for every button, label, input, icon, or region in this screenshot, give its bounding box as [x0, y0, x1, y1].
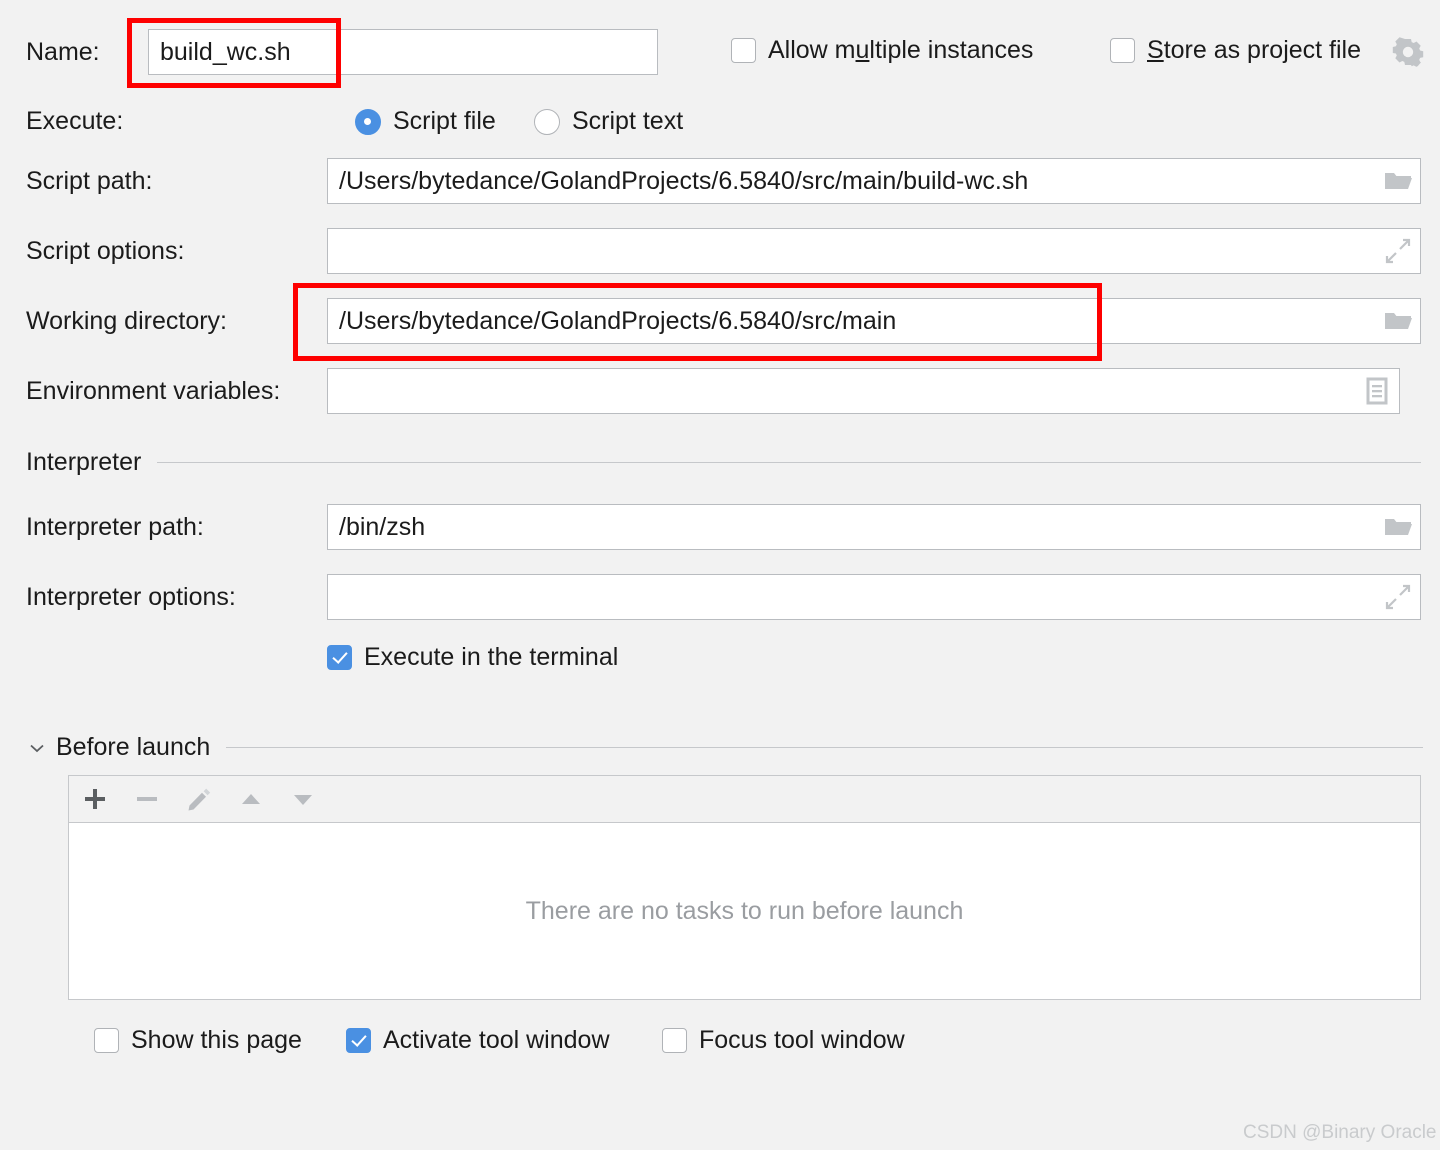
- interpreter-path-value: /bin/zsh: [339, 512, 426, 541]
- script-options-input[interactable]: [327, 228, 1421, 274]
- allow-multiple-instances-label: Allow multiple instances: [768, 36, 1034, 64]
- activate-tool-window-label: Activate tool window: [383, 1026, 610, 1054]
- interpreter-path-label: Interpreter path:: [26, 513, 204, 541]
- folder-icon[interactable]: [1376, 309, 1420, 333]
- interpreter-path-input[interactable]: /bin/zsh: [327, 504, 1421, 550]
- radio-script-file[interactable]: Script file: [355, 107, 496, 136]
- watermark: CSDN @Binary Oracle: [1243, 1122, 1437, 1143]
- section-divider: [157, 462, 1421, 463]
- document-list-icon[interactable]: [1355, 377, 1399, 405]
- radio-script-text[interactable]: Script text: [534, 107, 683, 136]
- working-directory-value: /Users/bytedance/GolandProjects/6.5840/s…: [339, 306, 897, 335]
- before-launch-section-header[interactable]: Before launch: [28, 733, 1423, 762]
- focus-tool-window-checkbox[interactable]: Focus tool window: [662, 1026, 905, 1055]
- allow-multiple-instances-checkbox[interactable]: Allow multiple instances: [731, 36, 1033, 65]
- execute-in-terminal-label: Execute in the terminal: [364, 643, 619, 671]
- script-path-label: Script path:: [26, 167, 153, 195]
- checkbox-box: [1110, 38, 1135, 63]
- activate-tool-window-checkbox[interactable]: Activate tool window: [346, 1026, 610, 1055]
- focus-tool-window-label: Focus tool window: [699, 1026, 905, 1054]
- environment-variables-input[interactable]: [327, 368, 1400, 414]
- add-task-button[interactable]: [69, 776, 121, 822]
- section-divider: [226, 747, 1423, 748]
- execute-in-terminal-checkbox[interactable]: Execute in the terminal: [327, 643, 618, 672]
- checkbox-box: [327, 645, 352, 670]
- checkbox-box: [731, 38, 756, 63]
- radio-script-file-label: Script file: [393, 107, 496, 135]
- execute-label: Execute:: [26, 107, 124, 135]
- before-launch-empty-message: There are no tasks to run before launch: [525, 896, 964, 925]
- folder-icon[interactable]: [1376, 169, 1420, 193]
- expand-icon[interactable]: [1376, 237, 1420, 265]
- radio-button: [534, 108, 560, 135]
- store-as-project-file-checkbox[interactable]: Store as project file: [1110, 36, 1361, 65]
- script-options-label: Script options:: [26, 237, 185, 265]
- show-this-page-checkbox[interactable]: Show this page: [94, 1026, 302, 1055]
- chevron-down-icon[interactable]: [28, 739, 46, 757]
- gear-icon[interactable]: [1392, 36, 1424, 68]
- move-down-button[interactable]: [277, 776, 329, 822]
- interpreter-section-header: Interpreter: [26, 448, 1421, 477]
- remove-task-button[interactable]: [121, 776, 173, 822]
- name-input-value: build_wc.sh: [160, 37, 291, 66]
- store-as-project-file-label: Store as project file: [1147, 36, 1362, 64]
- checkbox-box: [346, 1028, 371, 1053]
- radio-button: [355, 108, 381, 135]
- interpreter-options-label: Interpreter options:: [26, 583, 236, 611]
- interpreter-options-input[interactable]: [327, 574, 1421, 620]
- script-path-input[interactable]: /Users/bytedance/GolandProjects/6.5840/s…: [327, 158, 1421, 204]
- show-this-page-label: Show this page: [131, 1026, 302, 1054]
- before-launch-section-title: Before launch: [56, 733, 211, 761]
- before-launch-toolbar: [68, 775, 1421, 823]
- edit-task-button[interactable]: [173, 776, 225, 822]
- expand-icon[interactable]: [1376, 583, 1420, 611]
- move-up-button[interactable]: [225, 776, 277, 822]
- radio-script-text-label: Script text: [572, 107, 684, 135]
- checkbox-box: [94, 1028, 119, 1053]
- checkbox-box: [662, 1028, 687, 1053]
- before-launch-task-list[interactable]: There are no tasks to run before launch: [68, 823, 1421, 1000]
- folder-icon[interactable]: [1376, 515, 1420, 539]
- script-path-value: /Users/bytedance/GolandProjects/6.5840/s…: [339, 166, 1029, 195]
- name-label: Name:: [26, 38, 100, 66]
- run-configuration-panel: Name: build_wc.sh Allow multiple instanc…: [0, 0, 1440, 1150]
- working-directory-input[interactable]: /Users/bytedance/GolandProjects/6.5840/s…: [327, 298, 1421, 344]
- interpreter-section-title: Interpreter: [26, 448, 142, 476]
- working-directory-label: Working directory:: [26, 307, 227, 335]
- environment-variables-label: Environment variables:: [26, 377, 281, 405]
- name-input[interactable]: build_wc.sh: [148, 29, 658, 75]
